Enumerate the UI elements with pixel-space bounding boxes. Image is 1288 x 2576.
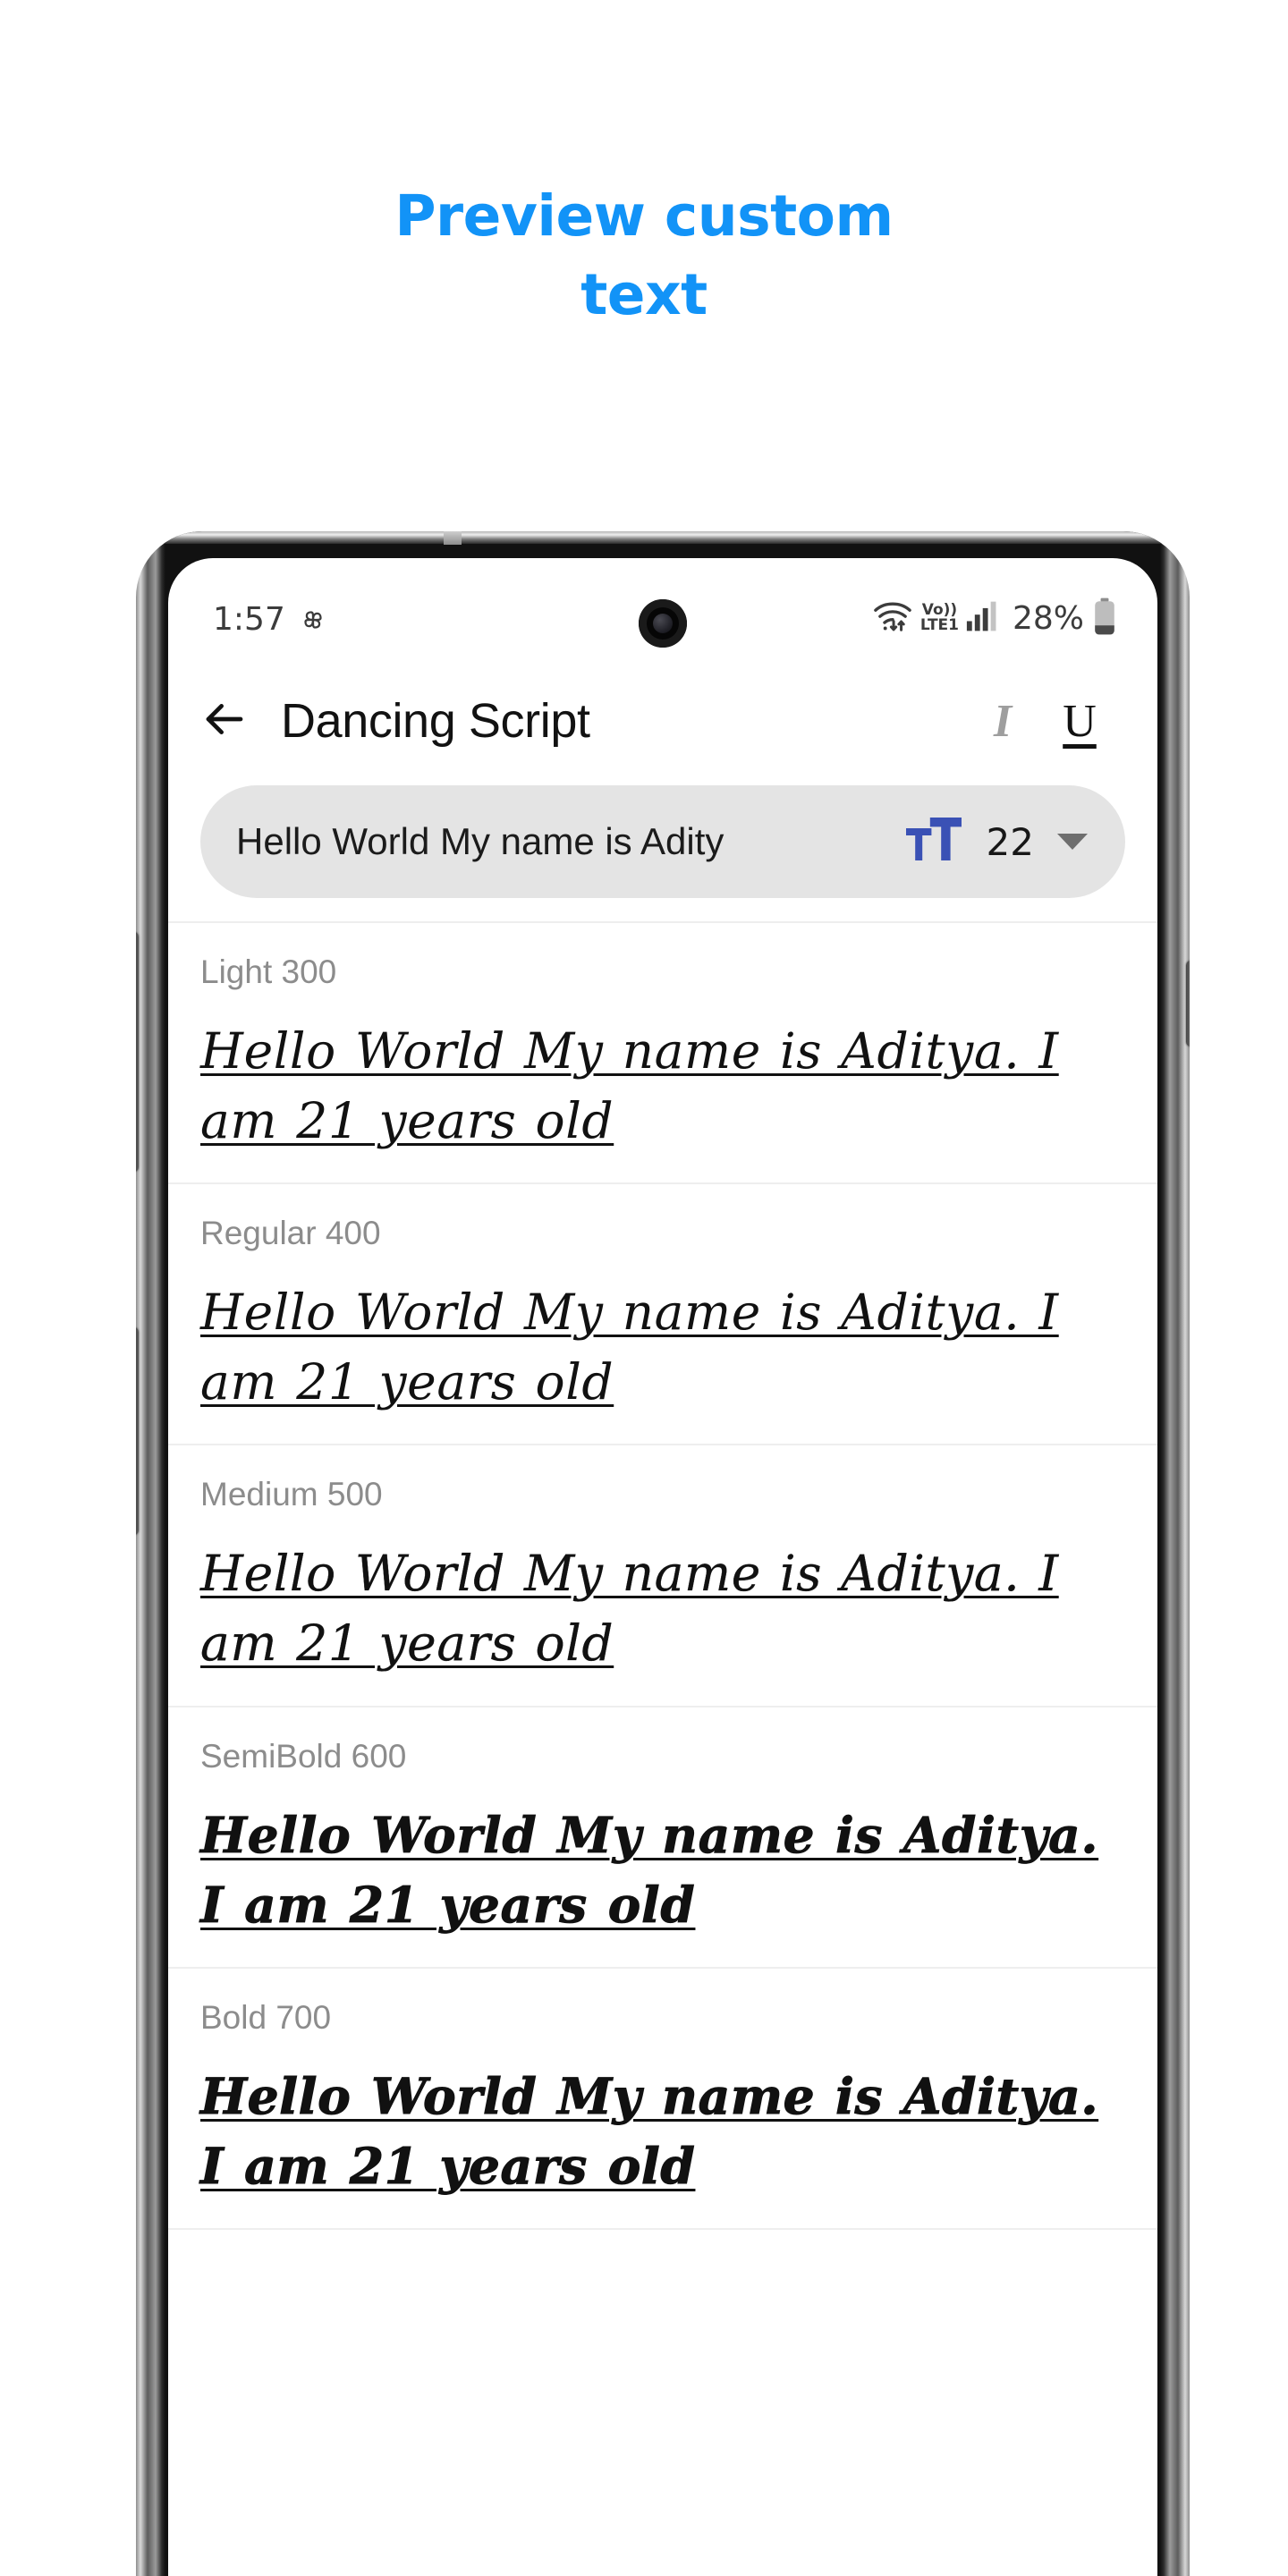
- sample-preview-text: Hello World My name is Aditya. I am 21 y…: [200, 2062, 1125, 2201]
- sample-weight-label: Light 300: [200, 953, 1125, 991]
- font-size-tT-icon[interactable]: [906, 818, 979, 867]
- font-size-value[interactable]: 22: [987, 820, 1034, 864]
- sample-weight-label: Bold 700: [200, 1999, 1125, 2037]
- italic-toggle-icon[interactable]: I: [964, 695, 1041, 748]
- headline-line-2: text: [0, 267, 1288, 323]
- status-bar-left: 1:57: [213, 601, 328, 638]
- list-item[interactable]: Medium 500 Hello World My name is Aditya…: [168, 1445, 1157, 1707]
- sample-weight-label: Regular 400: [200, 1215, 1125, 1252]
- sample-preview-text: Hello World My name is Aditya. I am 21 y…: [200, 1801, 1125, 1940]
- pinwheel-icon: [298, 605, 328, 635]
- list-item[interactable]: SemiBold 600 Hello World My name is Adit…: [168, 1707, 1157, 1969]
- volte-bottom-label: LTE1: [920, 616, 959, 634]
- status-bar: 1:57: [168, 558, 1157, 664]
- volume-button[interactable]: [136, 932, 139, 1172]
- back-arrow-icon[interactable]: [200, 695, 249, 748]
- preview-input-pill[interactable]: Hello World My name is Adity 22: [200, 785, 1125, 898]
- chevron-down-icon[interactable]: [1057, 834, 1088, 850]
- list-item[interactable]: Regular 400 Hello World My name is Adity…: [168, 1184, 1157, 1445]
- sample-weight-label: SemiBold 600: [200, 1738, 1125, 1775]
- phone-antenna-nub: [444, 531, 462, 545]
- phone-screen: 1:57: [168, 558, 1157, 2576]
- status-time: 1:57: [213, 601, 285, 638]
- list-item[interactable]: Light 300 Hello World My name is Aditya.…: [168, 923, 1157, 1184]
- headline-line-1: Preview custom: [394, 183, 893, 249]
- phone-top-rail: [136, 531, 1190, 544]
- sample-weight-label: Medium 500: [200, 1476, 1125, 1513]
- status-bar-right: Vo)) LTE1 28%: [872, 597, 1116, 640]
- preview-input-container: Hello World My name is Adity 22: [168, 778, 1157, 921]
- wifi-data-icon: [872, 598, 913, 639]
- front-camera-punch-hole: [639, 599, 687, 648]
- battery-percent-label: 28%: [1013, 600, 1084, 637]
- power-button[interactable]: [136, 1327, 139, 1535]
- preview-text-input[interactable]: Hello World My name is Adity: [236, 820, 899, 863]
- signal-bars-icon: [966, 601, 1002, 636]
- list-item[interactable]: Bold 700 Hello World My name is Aditya. …: [168, 1969, 1157, 2230]
- sample-preview-text: Hello World My name is Aditya. I am 21 y…: [200, 1538, 1125, 1678]
- app-bar: Dancing Script I U: [168, 664, 1157, 778]
- page-title: Dancing Script: [281, 693, 964, 749]
- battery-icon: [1093, 597, 1116, 640]
- page-root: Preview custom text 1:57: [0, 0, 1288, 2576]
- font-weight-sample-list: Light 300 Hello World My name is Aditya.…: [168, 921, 1157, 2230]
- sample-preview-text: Hello World My name is Aditya. I am 21 y…: [200, 1016, 1125, 1156]
- sample-preview-text: Hello World My name is Aditya. I am 21 y…: [200, 1277, 1125, 1417]
- phone-device-frame: 1:57: [136, 531, 1190, 2576]
- underline-toggle-icon[interactable]: U: [1041, 695, 1118, 748]
- right-side-button[interactable]: [1186, 961, 1190, 1046]
- volte-network-indicator: Vo)) LTE1: [920, 603, 959, 633]
- page-headline: Preview custom text: [0, 188, 1288, 323]
